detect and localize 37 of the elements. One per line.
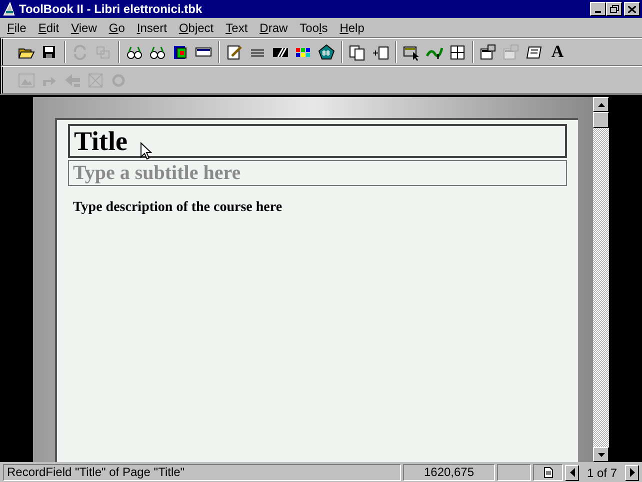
menu-item[interactable]: Insert: [130, 18, 173, 36]
menu-item[interactable]: Object: [172, 18, 220, 36]
menu-item[interactable]: File: [1, 18, 32, 36]
vertical-scrollbar[interactable]: [593, 97, 609, 462]
minimize-icon: [595, 11, 601, 13]
scroll-up-button[interactable]: [593, 97, 609, 112]
scroll-thumb[interactable]: [593, 112, 609, 128]
menu-item[interactable]: Text: [220, 18, 254, 36]
page-counter: 1 of 7: [586, 464, 618, 482]
minimize-button[interactable]: [590, 2, 606, 16]
menu-item[interactable]: Go: [102, 18, 131, 36]
up-arrow-icon: [598, 102, 604, 106]
cursor-coordinates: 1620,675: [403, 464, 495, 481]
left-arrow-icon: [570, 468, 574, 477]
scroll-down-button[interactable]: [593, 447, 609, 462]
title-field[interactable]: Title: [68, 124, 567, 158]
window-title: ToolBook II - Libri elettronici.tbk: [19, 1, 204, 18]
menu-item[interactable]: Help: [334, 18, 370, 36]
right-arrow-icon: [630, 468, 634, 477]
close-button[interactable]: [624, 2, 640, 16]
app-icon: [2, 2, 16, 16]
down-arrow-icon: [598, 452, 604, 456]
mouse-pointer-icon: [140, 142, 152, 160]
status-pane: [497, 464, 531, 481]
page-icon: [544, 467, 552, 478]
description-text: Type description of the course here: [72, 199, 284, 217]
menu-item[interactable]: Edit: [32, 18, 66, 36]
next-page-button[interactable]: [625, 464, 639, 480]
menu-item[interactable]: View: [65, 18, 103, 36]
restore-button[interactable]: [606, 2, 622, 16]
previous-page-button[interactable]: [565, 464, 579, 480]
menu-item[interactable]: Draw: [254, 18, 294, 36]
restore-icon: [610, 5, 618, 13]
font-button[interactable]: A: [546, 41, 569, 63]
menu-item[interactable]: Tools: [294, 18, 334, 36]
status-message: RecordField "Title" of Page "Title": [3, 464, 401, 481]
close-icon: [628, 6, 636, 12]
